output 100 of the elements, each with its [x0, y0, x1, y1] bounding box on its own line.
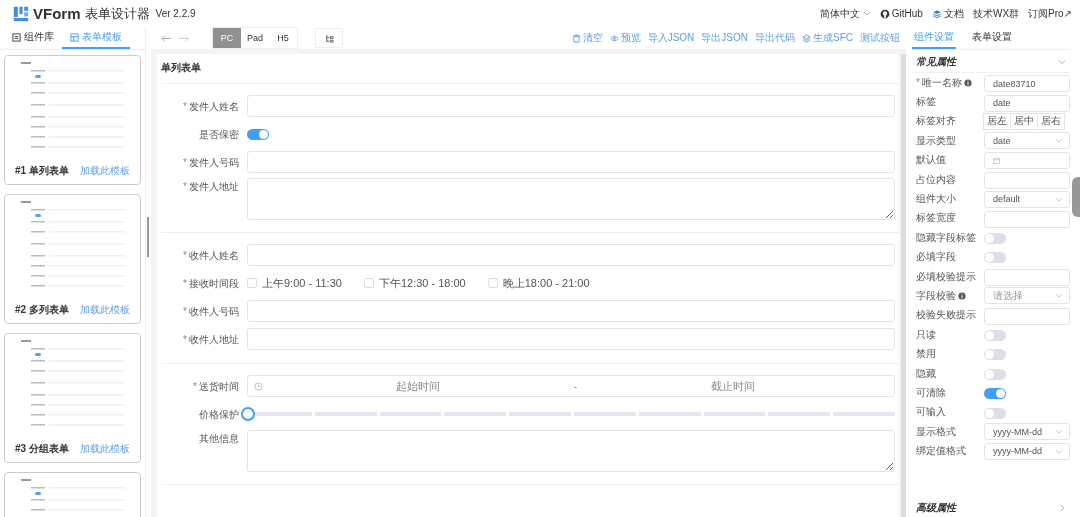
checkbox-label: 下午12:30 - 18:00 [378, 275, 466, 291]
property-select[interactable]: date [984, 132, 1070, 150]
property-label: 绑定值格式 [916, 444, 966, 459]
property-label: 隐藏 [916, 366, 936, 381]
section-title: 常见属性 [916, 55, 956, 69]
layers-icon [931, 8, 942, 19]
property-label: 隐藏字段标签 [916, 230, 976, 245]
toggle-switch[interactable] [247, 129, 269, 141]
textarea-input[interactable] [247, 430, 895, 472]
chevron-down-icon [1055, 196, 1063, 202]
chevron-right-icon[interactable] [1058, 504, 1066, 512]
chevron-down-icon [1055, 138, 1063, 144]
scrollbar-thumb[interactable] [147, 217, 149, 257]
align-option-button[interactable]: 居左 [983, 112, 1011, 130]
tree-view-button[interactable] [315, 28, 343, 48]
chevron-down-icon[interactable] [1058, 58, 1066, 66]
field-label: * 发件人号码 [182, 156, 240, 170]
template-title: #1 单列表单 [15, 164, 69, 178]
property-label: 标签 [916, 95, 936, 110]
property-select[interactable]: yyyy-MM-dd [984, 423, 1070, 441]
property-label: 只读 [916, 327, 936, 342]
github-icon [879, 8, 890, 19]
property-label: 显示格式 [916, 424, 956, 439]
field-label: * 送货时间 [192, 380, 240, 394]
date-range-field[interactable]: 起始时间 - 截止时间 [247, 375, 895, 397]
field-label: * 收件人号码 [182, 305, 240, 319]
header-link[interactable]: 订阅Pro↗ [1028, 6, 1072, 21]
align-option-button[interactable]: 居右 [1037, 112, 1065, 130]
property-label: 必填校验提示 [916, 269, 976, 284]
text-input[interactable] [247, 328, 895, 350]
info-icon[interactable] [963, 78, 972, 87]
app-title: 表单设计器 [84, 4, 150, 23]
date-input[interactable] [984, 151, 1070, 169]
text-input[interactable] [247, 151, 895, 173]
property-label: 可输入 [916, 405, 946, 420]
align-option-button[interactable]: 居中 [1010, 112, 1038, 130]
checkbox-label: 晚上18:00 - 21:00 [502, 275, 590, 291]
app-name: VForm [33, 5, 81, 22]
chevron-down-icon [1055, 293, 1063, 299]
property-input[interactable]: date [984, 94, 1070, 112]
field-label: * 发件人地址 [182, 180, 240, 194]
property-label: 标签宽度 [916, 211, 956, 226]
chevron-down-icon [1055, 448, 1063, 454]
property-label: 标签对齐 [916, 114, 956, 129]
info-icon[interactable] [958, 292, 966, 300]
settings-tab[interactable]: 表单设置 [970, 27, 1014, 49]
property-input[interactable] [984, 211, 1070, 229]
logo-icon [13, 5, 29, 22]
field-label: * 接收时间段 [182, 277, 240, 291]
eye-icon [609, 33, 619, 43]
field-label: * 收件人姓名 [182, 249, 240, 263]
list-icon [12, 32, 21, 42]
property-input[interactable] [984, 308, 1070, 326]
trash-icon [571, 33, 581, 43]
property-input[interactable]: date83710 [984, 75, 1070, 93]
clock-icon [254, 381, 263, 391]
property-label: 默认值 [916, 153, 946, 168]
toggle-switch[interactable] [984, 368, 1006, 380]
property-select[interactable]: default [984, 190, 1070, 208]
property-select[interactable]: yyyy-MM-dd [984, 442, 1070, 460]
calendar-icon [993, 156, 1000, 164]
field-label: 其他信息 [198, 432, 240, 446]
property-label: 校验失败提示 [916, 308, 976, 323]
property-label: 占位内容 [916, 172, 956, 187]
slider-handle[interactable] [241, 407, 255, 421]
checkbox[interactable] [487, 278, 498, 288]
template-title: #2 多列表单 [15, 303, 69, 317]
template-title: #3 分组表单 [15, 442, 69, 456]
checkbox[interactable] [363, 278, 374, 288]
field-label: * 发件人姓名 [182, 100, 240, 114]
textarea-input[interactable] [247, 178, 895, 220]
table-icon [70, 32, 79, 42]
chevron-down-icon [862, 11, 871, 16]
toggle-switch[interactable] [984, 349, 1006, 361]
header-link[interactable]: 技术WX群 [972, 6, 1020, 21]
language-dropdown[interactable]: 简体中文 [819, 6, 871, 21]
property-label: 组件大小 [916, 192, 956, 207]
layers-icon [802, 33, 811, 43]
docs-link[interactable]: 文档 [943, 6, 964, 21]
property-label: 禁用 [916, 347, 936, 362]
panel-tab[interactable]: 组件库 [4, 27, 62, 49]
property-input[interactable] [984, 269, 1070, 287]
text-input[interactable] [247, 95, 895, 117]
toggle-switch[interactable] [984, 330, 1006, 342]
form-title: 单列表单 [161, 58, 899, 84]
text-input[interactable] [247, 244, 895, 266]
chevron-down-icon [1055, 429, 1063, 435]
github-link[interactable]: GitHub [891, 8, 923, 19]
property-label: 必填字段 [916, 250, 956, 265]
text-input[interactable] [247, 300, 895, 322]
toggle-switch[interactable] [984, 252, 1006, 264]
checkbox-label: 上午9:00 - 11:30 [262, 275, 342, 291]
toggle-switch[interactable] [984, 407, 1006, 419]
toggle-switch[interactable] [984, 388, 1006, 400]
collapse-handle[interactable] [1072, 177, 1080, 217]
toggle-switch[interactable] [984, 233, 1006, 245]
property-label: 显示类型 [916, 133, 956, 148]
field-label: 是否保密 [198, 128, 240, 142]
checkbox[interactable] [247, 278, 257, 288]
property-input[interactable] [984, 172, 1070, 190]
